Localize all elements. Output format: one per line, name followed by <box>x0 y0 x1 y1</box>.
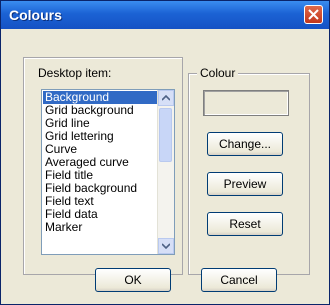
ok-button[interactable]: OK <box>95 268 171 292</box>
colour-swatch <box>203 90 289 116</box>
title-bar[interactable]: Colours <box>1 1 329 29</box>
scroll-down-button[interactable] <box>158 238 174 254</box>
desktop-item-listbox[interactable]: Background Grid background Grid line Gri… <box>41 89 175 255</box>
chevron-down-icon <box>162 243 170 249</box>
change-button[interactable]: Change... <box>207 132 283 156</box>
list-scrollbar[interactable] <box>157 90 174 254</box>
colour-group: Colour Change... Preview Reset <box>188 66 310 275</box>
colours-dialog: Colours Desktop item: Background Grid ba… <box>0 0 330 305</box>
close-icon <box>308 9 319 20</box>
chevron-up-icon <box>162 95 170 101</box>
cancel-button[interactable]: Cancel <box>201 268 277 292</box>
list-item-marker[interactable]: Marker <box>43 221 157 234</box>
desktop-item-list: Background Grid background Grid line Gri… <box>43 91 157 234</box>
desktop-item-label: Desktop item: <box>38 66 112 80</box>
close-button[interactable] <box>304 5 323 24</box>
preview-button[interactable]: Preview <box>207 172 283 196</box>
reset-button[interactable]: Reset <box>207 212 283 236</box>
colour-group-label: Colour <box>197 66 239 80</box>
scroll-thumb[interactable] <box>159 108 172 162</box>
scroll-up-button[interactable] <box>158 90 174 106</box>
window-title: Colours <box>9 7 62 23</box>
